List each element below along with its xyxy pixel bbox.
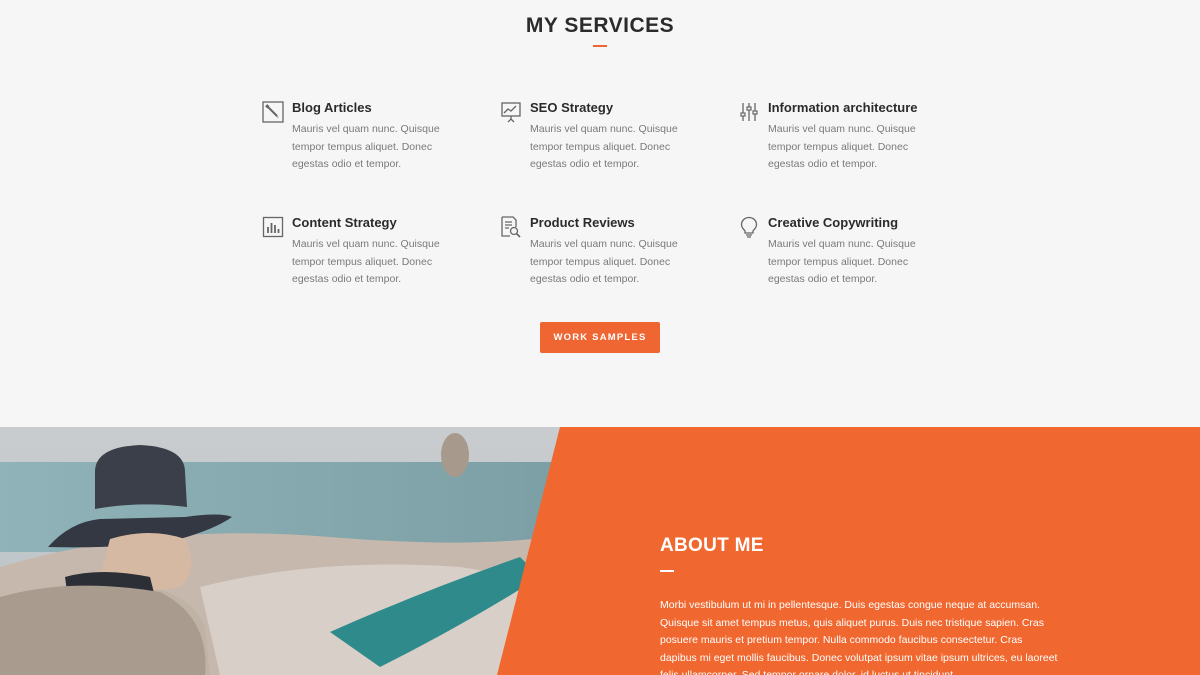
- about-section: ABOUT ME Morbi vestibulum ut mi in pelle…: [0, 427, 1200, 675]
- bar-chart-icon: [262, 216, 284, 238]
- presentation-chart-icon: [500, 101, 522, 123]
- lightbulb-icon: [738, 216, 760, 238]
- service-description: Mauris vel quam nunc. Quisque tempor tem…: [292, 238, 440, 286]
- service-description: Mauris vel quam nunc. Quisque tempor tem…: [768, 238, 916, 286]
- service-description: Mauris vel quam nunc. Quisque tempor tem…: [530, 123, 678, 171]
- about-title-underline: [660, 570, 674, 572]
- service-title: Content Strategy: [292, 215, 397, 230]
- about-title: ABOUT ME: [660, 535, 764, 556]
- service-description: Mauris vel quam nunc. Quisque tempor tem…: [292, 123, 440, 171]
- about-description: Morbi vestibulum ut mi in pellentesque. …: [660, 599, 1058, 675]
- services-title: MY SERVICES: [525, 14, 675, 37]
- services-title-underline: [593, 45, 607, 47]
- service-title: Product Reviews: [530, 215, 635, 230]
- work-samples-button[interactable]: WORK SAMPLES: [540, 322, 660, 353]
- document-search-icon: [500, 216, 522, 238]
- service-description: Mauris vel quam nunc. Quisque tempor tem…: [768, 123, 916, 171]
- service-title: Blog Articles: [292, 100, 372, 115]
- service-title: SEO Strategy: [530, 100, 614, 115]
- service-title: Creative Copywriting: [768, 215, 899, 230]
- services-section: MY SERVICES Blog Articles Mauris vel qua…: [0, 0, 1200, 427]
- sliders-icon: [738, 101, 760, 123]
- service-title: Information architecture: [768, 100, 918, 115]
- service-description: Mauris vel quam nunc. Quisque tempor tem…: [530, 238, 678, 286]
- edit-icon: [262, 101, 284, 123]
